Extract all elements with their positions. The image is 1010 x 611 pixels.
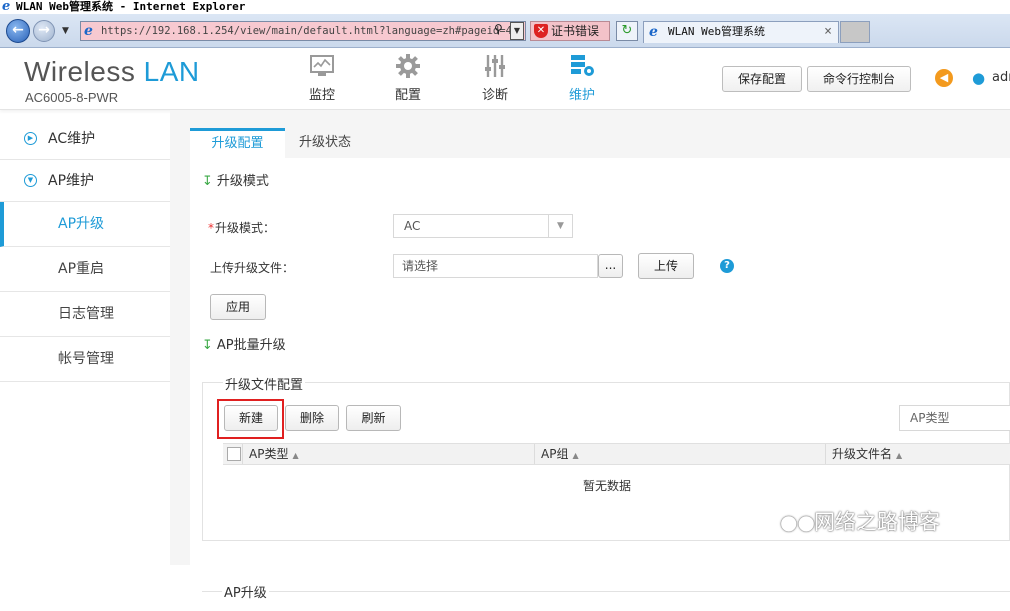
upgrade-file-input[interactable]: 请选择 xyxy=(393,254,598,278)
column-label: AP类型 xyxy=(249,447,289,461)
window-title: WLAN Web管理系统 - Internet Explorer xyxy=(16,0,246,13)
cert-error-label: 证书错误 xyxy=(551,24,600,38)
certificate-error[interactable]: ✕ 证书错误 xyxy=(530,21,610,41)
section-title-text: AP批量升级 xyxy=(216,338,286,353)
history-dropdown-icon[interactable]: ▼ xyxy=(62,26,69,36)
nav-maintenance-label: 维护 xyxy=(568,88,595,103)
refresh-button[interactable]: 刷新 xyxy=(346,405,401,431)
section-title-text: 升级模式 xyxy=(216,174,269,189)
upgrade-mode-value: AC xyxy=(404,219,421,233)
tab-title: WLAN Web管理系统 xyxy=(668,25,765,38)
down-arrow-icon: ↧ xyxy=(202,338,213,353)
upgrade-mode-label-text: 升级模式： xyxy=(215,221,276,235)
back-arrow-icon[interactable]: ← xyxy=(6,19,30,43)
address-dropdown-icon[interactable]: ▼ xyxy=(510,22,524,40)
upload-button[interactable]: 上传 xyxy=(638,253,694,279)
refresh-icon[interactable]: ↻ xyxy=(616,21,638,41)
search-icon[interactable]: ⚲ xyxy=(494,22,508,40)
expand-icon: ▶ xyxy=(24,132,37,145)
ap-upgrade-group: AP升级 xyxy=(202,582,1010,611)
nav-monitor[interactable]: 监控 xyxy=(292,52,352,103)
tab-upgrade-status[interactable]: 升级状态 xyxy=(285,128,365,158)
select-all-checkbox[interactable] xyxy=(227,447,241,461)
apply-button[interactable]: 应用 xyxy=(210,294,266,320)
brand-logo: Wireless LAN xyxy=(24,56,200,88)
new-tab-button[interactable] xyxy=(840,21,870,43)
required-marker: * xyxy=(208,221,214,235)
sort-icon: ▲ xyxy=(292,451,299,460)
column-upgrade-file-name[interactable]: 升级文件名 ▲ xyxy=(825,444,902,464)
close-icon[interactable]: × xyxy=(824,22,832,42)
browser-navbar: ← → ▼ e https://192.168.1.254/view/main/… xyxy=(0,14,1010,48)
section-ap-batch-upgrade: ↧ AP批量升级 xyxy=(202,334,286,353)
upgrade-mode-label: *升级模式： xyxy=(208,219,275,236)
upgrade-mode-select[interactable]: AC ▼ xyxy=(393,214,573,238)
nav-diagnose[interactable]: 诊断 xyxy=(465,52,525,103)
sidebar-item-log-management[interactable]: 日志管理 xyxy=(0,292,170,337)
app-header: Wireless LAN AC6005-8-PWR 监控 配置 诊断 维护 保存… xyxy=(0,48,1010,110)
speaker-icon[interactable]: ◀ xyxy=(935,69,953,87)
expand-icon: ▼ xyxy=(24,174,37,187)
upload-file-label: 上传升级文件： xyxy=(210,261,295,275)
nav-monitor-label: 监控 xyxy=(308,88,335,103)
main-content: 升级配置 升级状态 ↧ 升级模式 *升级模式： AC ▼ 上传升级文件： 请选择 … xyxy=(170,110,1010,601)
user-icon: ● xyxy=(972,69,986,87)
group-legend: AP升级 xyxy=(222,582,269,601)
sidebar-group-label: AP维护 xyxy=(48,173,95,189)
browse-button[interactable]: ... xyxy=(598,254,623,278)
group-legend: 升级文件配置 xyxy=(223,374,306,393)
brand-main: Wireless xyxy=(24,56,136,87)
page-icon: e xyxy=(84,23,93,39)
section-upgrade-mode: ↧ 升级模式 xyxy=(202,170,269,189)
device-model: AC6005-8-PWR xyxy=(25,90,119,105)
wechat-icon: ●● xyxy=(780,510,815,534)
browser-tab[interactable]: e WLAN Web管理系统 × xyxy=(643,21,839,43)
nav-maintenance[interactable]: 维护 xyxy=(552,52,612,103)
tab-upgrade-config[interactable]: 升级配置 xyxy=(190,128,285,158)
brand-accent: LAN xyxy=(143,56,200,87)
monitor-icon xyxy=(310,55,334,76)
sidebar-item-ap-restart[interactable]: AP重启 xyxy=(0,247,170,292)
sidebar-group-ac-maintenance[interactable]: ▶ AC维护 xyxy=(0,118,170,160)
sidebar-group-ap-maintenance[interactable]: ▼ AP维护 xyxy=(0,160,170,202)
user-name[interactable]: adm xyxy=(992,70,1010,85)
new-button[interactable]: 新建 xyxy=(224,405,278,431)
sidebar-item-account-management[interactable]: 帐号管理 xyxy=(0,337,170,382)
nav-diagnose-label: 诊断 xyxy=(481,88,508,103)
address-bar[interactable]: e https://192.168.1.254/view/main/defaul… xyxy=(80,21,526,41)
empty-table-message: 暂无数据 xyxy=(582,479,631,493)
address-url: https://192.168.1.254/view/main/default.… xyxy=(101,25,512,37)
upgrade-config-panel: ↧ 升级模式 *升级模式： AC ▼ 上传升级文件： 请选择 ... 上传 ? 应… xyxy=(190,158,1010,601)
nav-config[interactable]: 配置 xyxy=(378,52,438,103)
sidebar-item-ap-upgrade[interactable]: AP升级 xyxy=(0,202,170,247)
column-label: 升级文件名 xyxy=(832,447,893,461)
tab-page-icon: e xyxy=(649,24,658,40)
help-icon[interactable]: ? xyxy=(720,259,734,273)
forward-arrow-icon[interactable]: → xyxy=(33,20,55,42)
ie-logo-icon: e xyxy=(2,0,11,14)
sidebar: ▶ AC维护 ▼ AP维护 AP升级 AP重启 日志管理 帐号管理 xyxy=(0,118,170,565)
sort-icon: ▲ xyxy=(896,451,903,460)
ap-type-filter-input[interactable]: AP类型 xyxy=(899,405,1010,431)
column-label: AP组 xyxy=(541,447,569,461)
gear-icon xyxy=(396,54,420,78)
table-header: AP类型 ▲ AP组 ▲ 升级文件名 ▲ xyxy=(223,443,1010,465)
chevron-down-icon: ▼ xyxy=(548,215,572,237)
cli-console-button[interactable]: 命令行控制台 xyxy=(807,66,911,92)
watermark-text: 网络之路博客 xyxy=(814,510,940,534)
sidebar-group-label: AC维护 xyxy=(48,131,96,147)
browser-titlebar: e WLAN Web管理系统 - Internet Explorer xyxy=(0,0,1010,14)
column-ap-type[interactable]: AP类型 ▲ xyxy=(242,444,299,464)
down-arrow-icon: ↧ xyxy=(202,174,213,189)
save-config-button[interactable]: 保存配置 xyxy=(722,66,802,92)
sort-icon: ▲ xyxy=(572,451,579,460)
column-ap-group[interactable]: AP组 ▲ xyxy=(534,444,579,464)
delete-button[interactable]: 删除 xyxy=(285,405,339,431)
nav-config-label: 配置 xyxy=(394,88,421,103)
sliders-icon xyxy=(485,55,505,77)
watermark: ●●网络之路博客 xyxy=(780,506,940,536)
maintenance-icon xyxy=(571,55,594,76)
shield-error-icon: ✕ xyxy=(534,24,548,38)
